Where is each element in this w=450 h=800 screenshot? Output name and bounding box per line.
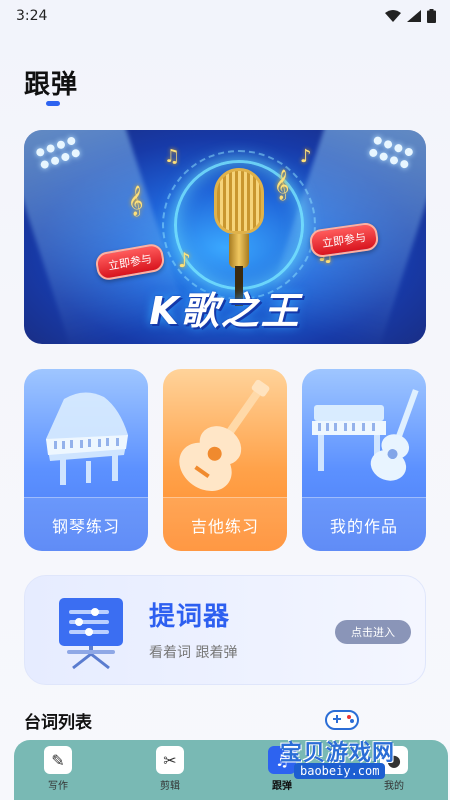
tab-label: 写作 xyxy=(48,781,68,792)
watermark-url: baobeiy.com xyxy=(294,763,386,779)
enter-button[interactable]: 点击进入 xyxy=(335,620,411,644)
teleprompter-card[interactable]: 提词器 看着词 跟着弹 点击进入 xyxy=(24,575,426,685)
tab-label: 剪辑 xyxy=(160,781,180,792)
title-underline xyxy=(46,101,60,106)
music-note-icon: ♫ xyxy=(164,146,181,167)
music-note-icon: ♪ xyxy=(178,248,191,272)
instruments-icon xyxy=(312,389,419,481)
tab-writing[interactable]: ✎ 写作 xyxy=(28,746,88,798)
microphone-icon xyxy=(214,168,264,234)
banner-title: K歌之王 xyxy=(149,289,301,333)
card-label: 吉他练习 xyxy=(163,497,287,551)
my-works-card[interactable]: 我的作品 xyxy=(302,369,426,551)
tab-editing[interactable]: ✂ 剪辑 xyxy=(140,746,200,798)
card-label: 钢琴练习 xyxy=(24,497,148,551)
microphone-neck xyxy=(229,234,249,268)
guitar-icon xyxy=(179,379,270,491)
status-bar: 3:24 xyxy=(0,0,450,32)
status-time: 3:24 xyxy=(16,8,48,24)
music-note-icon: 𝄞 xyxy=(128,186,144,216)
page-title: 跟弹 xyxy=(24,70,79,100)
music-note-icon: ♪ xyxy=(300,146,312,167)
lyrics-list-title: 台词列表 xyxy=(24,713,92,733)
grand-piano-icon xyxy=(46,392,128,485)
wifi-icon xyxy=(385,10,401,22)
teleprompter-subtitle: 看着词 跟着弹 xyxy=(149,645,238,661)
music-note-icon: 𝄞 xyxy=(274,170,290,200)
status-icons xyxy=(385,9,436,23)
signal-icon xyxy=(407,10,421,22)
card-label: 我的作品 xyxy=(302,497,426,551)
gamepad-icon xyxy=(325,710,359,730)
guitar-practice-card[interactable]: 吉他练习 xyxy=(163,369,287,551)
pen-icon: ✎ xyxy=(44,746,72,774)
site-watermark: 宝贝游戏网 baobeiy.com xyxy=(280,705,430,785)
k-song-banner[interactable]: 𝄞 𝄞 ♫ ♪ ♪ ♫ 立即参与 立即参与 K歌之王 xyxy=(24,130,426,344)
battery-icon xyxy=(427,9,436,23)
piano-practice-card[interactable]: 钢琴练习 xyxy=(24,369,148,551)
teleprompter-title: 提词器 xyxy=(149,602,231,632)
scissors-icon: ✂ xyxy=(156,746,184,774)
teleprompter-icon xyxy=(59,598,123,670)
